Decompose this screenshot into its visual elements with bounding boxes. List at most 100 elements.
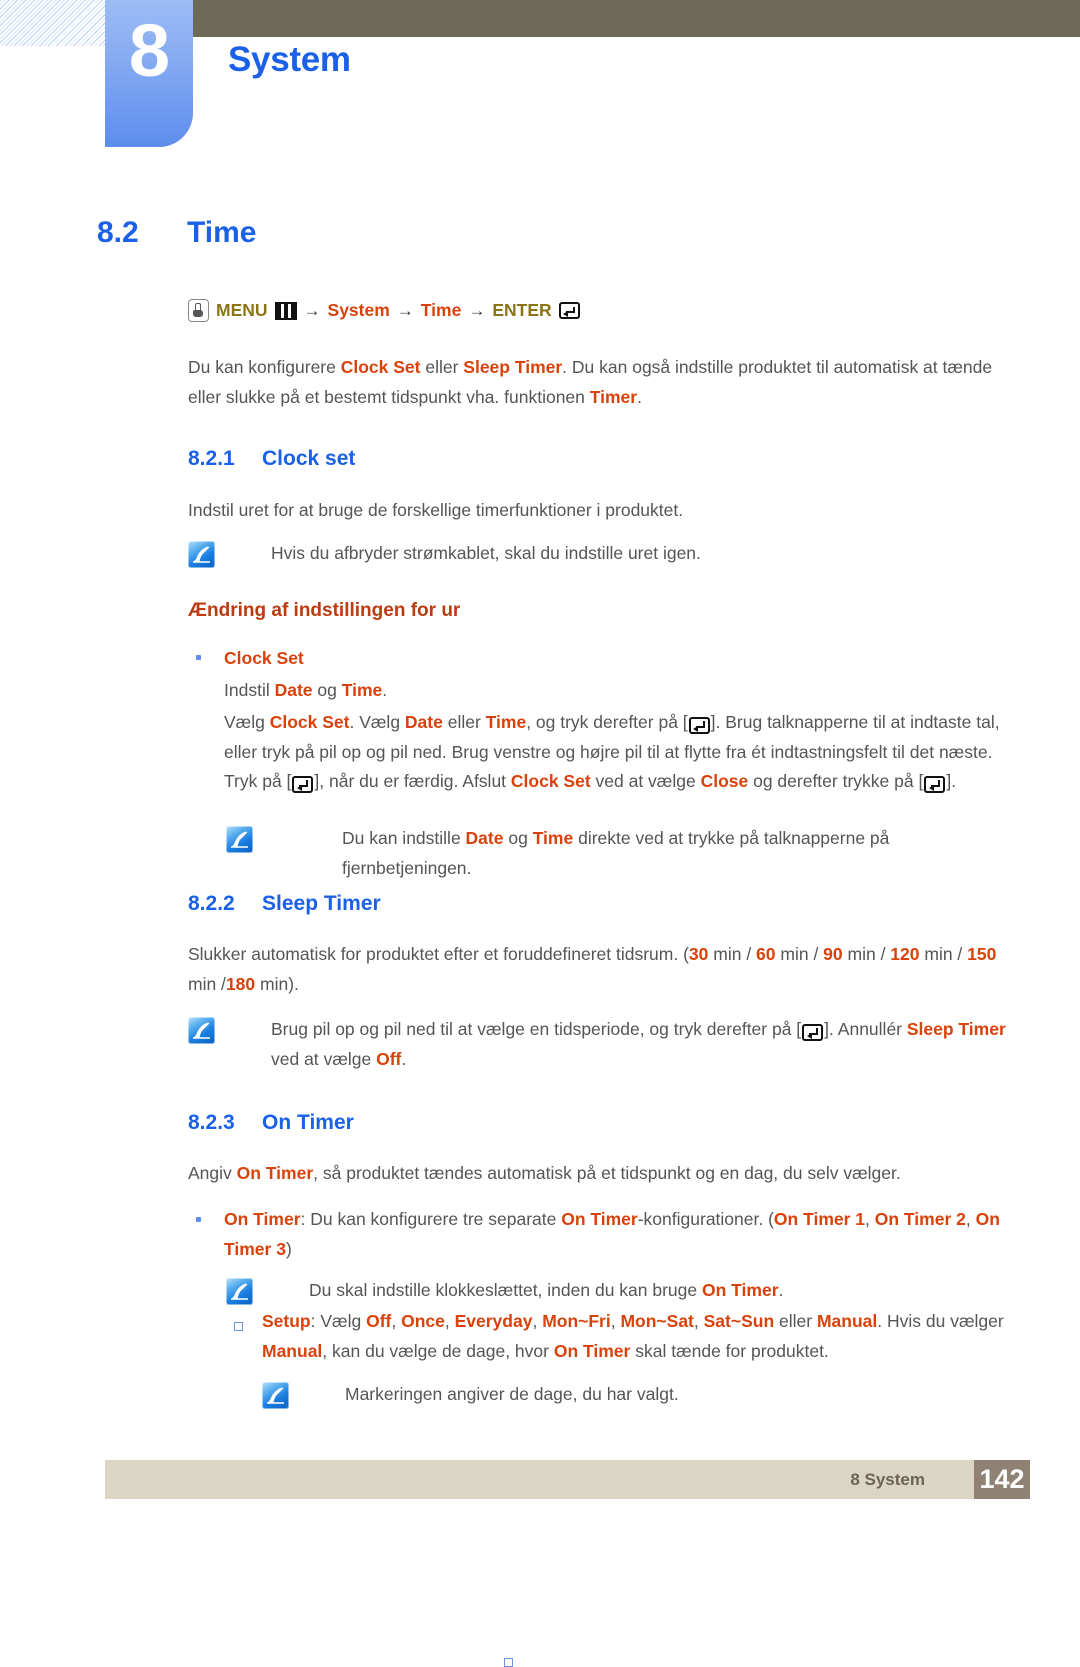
t7: , og tryk derefter på [ (526, 712, 688, 732)
note-text: Du kan indstille Date og Time direkte ve… (342, 824, 1016, 883)
hl-everyday: Everyday (454, 1311, 533, 1331)
bullet-marker-square (234, 1322, 243, 1331)
subsection-heading-clock-set: 8.2.1 Clock set (188, 447, 355, 471)
on-timer-body: Angiv On Timer, så produktet tændes auto… (188, 1159, 1018, 1189)
intro-text-1: Du kan konfigurere (188, 357, 341, 377)
t40: , (391, 1311, 402, 1331)
clock-set-instructions: Vælg Clock Set. Vælg Date eller Time, og… (224, 708, 1024, 797)
section-title: Time (187, 216, 257, 249)
note-text: Brug pil op og pil ned til at vælge en t… (271, 1015, 1018, 1074)
t11: ], når du er færdig. Afslut (314, 771, 511, 791)
hl-on: On (975, 1209, 1000, 1229)
subsection-number-821: 8.2.1 (188, 447, 235, 470)
t37: Du skal indstille klokkeslættet, inden d… (309, 1280, 702, 1300)
t30: Angiv (188, 1163, 237, 1183)
hl-close: Close (700, 771, 749, 791)
t13: og derefter trykke på [ (748, 771, 924, 791)
hl-clock-set-2: Clock Set (269, 712, 350, 732)
t31: , så produktet tændes automatisk på et t… (313, 1163, 901, 1183)
hl-mon-fri: Mon~Fri (542, 1311, 611, 1331)
enter-label: ENTER (492, 300, 552, 320)
path-arrow-1: → (303, 300, 321, 320)
hl-120: 120 (890, 944, 920, 964)
t16: og (503, 828, 533, 848)
setup-bullet: Setup: Vælg Off, Once, Everyday, Mon~Fri… (262, 1307, 1022, 1366)
hl-manual-2: Manual (262, 1340, 323, 1361)
note-sleep-timer: Brug pil op og pil ned til at vælge en t… (188, 1015, 1018, 1074)
subsection-title-clock-set: Clock set (262, 447, 356, 470)
hl-setup: Setup (262, 1311, 311, 1331)
t34: , (865, 1209, 875, 1229)
t3: . (382, 680, 388, 700)
on-timer-bullet: On Timer: Du kan konfigurere tre separat… (224, 1205, 1014, 1264)
subsection-heading-on-timer: 8.2.3 On Timer (188, 1111, 354, 1135)
intro-paragraph: Du kan konfigurere Clock Set eller Sleep… (188, 353, 1018, 412)
hl-sleep-timer-2: Sleep Timer (906, 1019, 1006, 1039)
t38: . (778, 1280, 784, 1300)
note-remote-numbers: Du kan indstille Date og Time direkte ve… (226, 824, 1016, 1667)
t23: min / (188, 973, 226, 994)
intro-hl-timer: Timer (589, 386, 638, 407)
hand-press-icon (188, 299, 209, 322)
header-bar (193, 0, 1080, 37)
t43: , (610, 1311, 621, 1331)
intro-hl-clock-set: Clock Set (340, 357, 421, 377)
hl-time: Time (341, 680, 383, 700)
t46: . Hvis du (877, 1311, 946, 1331)
subsection-title-sleep-timer: Sleep Timer (262, 892, 381, 915)
t27: ved at (271, 1048, 319, 1069)
hl-time-2: Time (485, 712, 527, 732)
hl-timer-3: Timer 3 (224, 1238, 286, 1259)
t35: , (965, 1209, 976, 1229)
hl-on-timer-2n: On Timer 2 (874, 1209, 966, 1229)
hl-clock-set-3: Clock Set (510, 771, 591, 791)
hl-mon-sat: Mon~Sat (620, 1311, 694, 1331)
t26: ]. Annullér (824, 1019, 907, 1039)
t33: -konfigurationer. ( (637, 1209, 774, 1229)
bullet-marker-square (504, 1658, 513, 1667)
chapter-title: System (228, 40, 351, 79)
subsection-number-822: 8.2.2 (188, 892, 235, 915)
hl-150: 150 (967, 944, 997, 964)
decorative-hatch-pattern-fine (0, 0, 112, 46)
t20: min / (775, 944, 824, 964)
t21: min / (842, 944, 891, 964)
bullet-marker (196, 1217, 201, 1222)
chapter-number: 8 (128, 9, 170, 92)
footer-page-number: 142 (974, 1460, 1030, 1499)
bullet-marker (196, 655, 201, 660)
intro-text-3: . Du kan også indstille produktet til au… (562, 357, 993, 377)
t19: min / (708, 944, 757, 964)
note-icon (226, 1278, 253, 1305)
subsection-number-823: 8.2.3 (188, 1111, 235, 1134)
hl-time-3: Time (532, 828, 574, 848)
hl-date-2: Date (404, 712, 443, 732)
note-text: Hvis du afbryder strømkablet, skal du in… (271, 543, 701, 563)
hl-60: 60 (756, 944, 776, 964)
note-icon (188, 541, 215, 568)
hl-date: Date (274, 680, 313, 700)
subsection-title-on-timer: On Timer (262, 1111, 354, 1134)
note-icon (226, 826, 253, 853)
t9: eller tryk på pil op og pil ned. Brug ve… (224, 741, 993, 762)
menu-path: MENU → System → Time → ENTER (188, 299, 580, 322)
t15: Du kan indstille (342, 828, 466, 848)
t47: vælger (950, 1311, 1004, 1331)
enter-key-icon (558, 302, 580, 319)
hl-off-2: Off (366, 1311, 392, 1331)
note-text: Markeringen angiver de dage, du har valg… (345, 1384, 679, 1404)
t5: . Vælg (349, 712, 405, 732)
enter-key-icon (292, 775, 314, 793)
clock-change-heading: Ændring af indstillingen for ur (188, 600, 461, 621)
t49: skal tænde for produktet. (630, 1340, 829, 1361)
t14: ]. (946, 771, 957, 791)
intro-text-2: eller (420, 357, 464, 377)
note-icon (262, 1382, 289, 1409)
enter-key-icon (688, 716, 710, 734)
intro-text-4: eller slukke på et bestemt tidspunkt vha… (188, 386, 590, 407)
t32: : Du kan konfigurere tre separate (300, 1209, 562, 1229)
enter-key-icon (802, 1023, 824, 1041)
note-text: Du skal indstille klokkeslættet, inden d… (309, 1276, 783, 1306)
t18: Slukker automatisk for produktet efter e… (188, 944, 689, 964)
note-power-cable: Hvis du afbryder strømkablet, skal du in… (188, 539, 1018, 569)
